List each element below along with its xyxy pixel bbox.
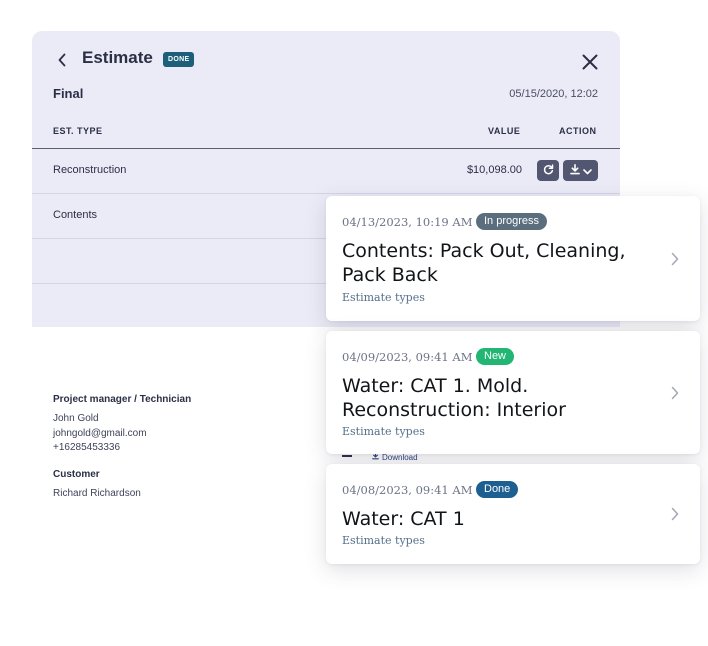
estimate-label: Final — [53, 86, 84, 101]
estimate-value-cell: $10,098.00 — [466, 164, 522, 176]
refresh-button[interactable] — [537, 160, 559, 181]
customer-heading: Customer — [53, 469, 100, 480]
card-title: Water: CAT 1. Mold. Reconstruction: Inte… — [342, 375, 566, 421]
page-title: Estimate — [82, 48, 153, 67]
card-subtitle: Estimate types — [342, 291, 425, 304]
refresh-icon — [543, 162, 554, 180]
project-manager-email[interactable]: johngold@gmail.com — [53, 428, 147, 439]
status-badge: Done — [476, 481, 519, 498]
estimate-card[interactable]: 04/13/2023, 10:19 AM In progress Content… — [326, 196, 700, 321]
download-dropdown-button[interactable] — [563, 160, 598, 181]
estimate-type-cell: Reconstruction — [53, 164, 127, 176]
chevron-right-icon — [668, 384, 682, 402]
card-datetime: 04/09/2023, 09:41 AM — [342, 350, 473, 364]
status-badge: In progress — [476, 213, 548, 230]
column-header-type: EST. TYPE — [53, 126, 103, 136]
card-datetime: 04/08/2023, 09:41 AM — [342, 483, 473, 497]
card-subtitle: Estimate types — [342, 534, 425, 547]
estimate-type-cell: Contents — [53, 209, 98, 221]
estimate-datetime: 05/15/2020, 12:02 — [509, 88, 598, 100]
card-title: Contents: Pack Out, Cleaning, Pack Back — [342, 240, 626, 286]
close-icon[interactable] — [579, 51, 601, 73]
status-badge: New — [476, 348, 515, 365]
estimate-card[interactable]: 04/09/2023, 09:41 AM New Water: CAT 1. M… — [326, 331, 700, 454]
table-row: Reconstruction $10,098.00 — [32, 149, 620, 194]
card-subtitle: Estimate types — [342, 425, 425, 438]
download-icon — [569, 162, 580, 180]
chevron-right-icon — [668, 505, 682, 523]
column-header-action: ACTION — [559, 126, 597, 136]
project-manager-name: John Gold — [53, 413, 99, 424]
chevron-down-icon — [582, 162, 592, 180]
chevron-right-icon — [668, 250, 682, 268]
project-manager-heading: Project manager / Technician — [53, 394, 192, 405]
estimate-card[interactable]: 04/08/2023, 09:41 AM Done Water: CAT 1 E… — [326, 464, 700, 564]
column-header-value: VALUE — [488, 126, 521, 136]
status-badge: DONE — [163, 52, 195, 67]
divider — [342, 455, 352, 457]
chevron-left-icon[interactable] — [52, 50, 72, 70]
project-manager-phone[interactable]: +16285453336 — [53, 442, 120, 453]
customer-name: Richard Richardson — [53, 488, 141, 499]
card-title: Water: CAT 1 — [342, 508, 465, 530]
card-datetime: 04/13/2023, 10:19 AM — [342, 215, 473, 229]
